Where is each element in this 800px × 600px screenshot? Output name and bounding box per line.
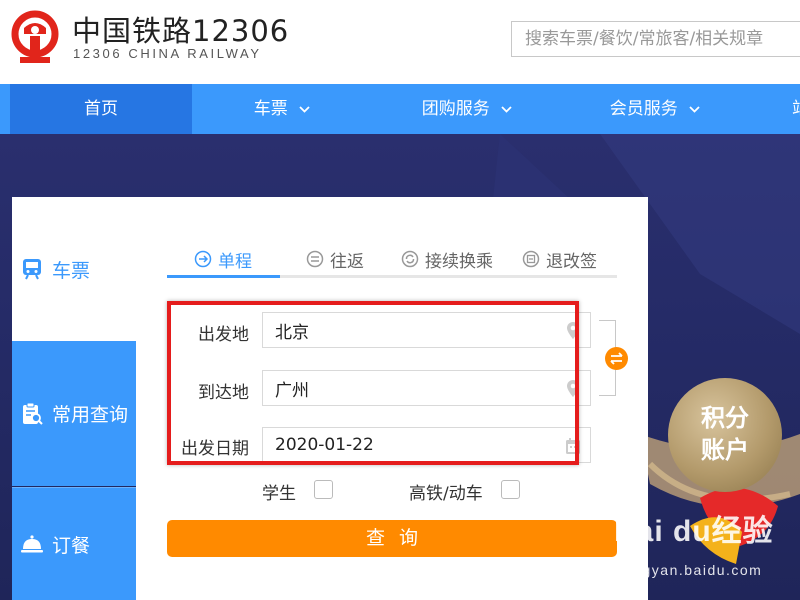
side-tab-common-query[interactable]: 常用查询 [12,341,136,486]
nav-item-group-service[interactable]: 团购服务 [372,84,562,134]
side-tab-tickets[interactable]: 车票 [12,197,136,341]
tab-label: 退改签 [546,251,597,272]
site-header: 中国铁路12306 12306 CHINA RAILWAY [0,0,800,84]
food-cloche-icon [21,535,43,553]
swap-arrows-icon [610,352,623,365]
nav-item-label: 站 [792,99,800,119]
side-tab-label: 车票 [52,259,91,282]
calendar-icon[interactable] [564,436,582,456]
student-label: 学生 [262,484,296,504]
tab-refund-change[interactable]: 退改签 [522,244,597,274]
baidu-jingyan-watermark: Bai du经验 jingyan.baidu.com [614,506,794,588]
from-label: 出发地 [198,325,249,345]
arrow-right-circle-icon [194,250,212,268]
chevron-down-icon [501,105,512,113]
nav-item-station[interactable]: 站 [782,84,800,134]
logo-title[interactable]: 中国铁路12306 [72,8,289,50]
watermark-url: jingyan.baidu.com [624,562,763,578]
date-label: 出发日期 [181,439,249,459]
date-input[interactable] [263,428,590,462]
tab-label: 单程 [218,251,252,272]
date-field[interactable] [262,427,591,463]
tab-label: 接续换乘 [425,251,493,272]
to-input[interactable] [263,371,590,405]
query-button[interactable]: 查询 [167,520,617,557]
side-tab-meals[interactable]: 订餐 [12,487,136,600]
site-search[interactable] [511,21,800,57]
nav-item-label: 会员服务 [609,99,678,119]
location-pin-icon[interactable] [564,321,582,341]
search-input[interactable] [512,22,800,56]
gaotie-label: 高铁/动车 [409,484,483,504]
nav-item-label: 团购服务 [421,99,490,119]
from-field[interactable] [262,312,591,348]
side-tab-label: 常用查询 [52,404,129,426]
nav-item-label: 首页 [84,99,118,119]
nav-item-home[interactable]: 首页 [10,84,192,134]
refund-circle-icon [522,250,540,268]
to-field[interactable] [262,370,591,406]
nav-item-member-service[interactable]: 会员服务 [562,84,748,134]
nav-item-tickets[interactable]: 车票 [192,84,372,134]
points-badge-line1: 积分 [701,404,749,432]
tab-transfer[interactable]: 接续换乘 [401,244,493,274]
transfer-circle-icon [401,250,419,268]
tab-label: 往返 [330,251,364,272]
location-pin-icon[interactable] [564,379,582,399]
swap-stations-button[interactable] [605,347,628,370]
nav-item-label: 车票 [253,99,288,119]
points-account-badge[interactable]: 积分 账户 [668,378,782,492]
chevron-down-icon [689,105,700,113]
watermark-main: Bai du经验 [614,515,774,548]
round-trip-circle-icon [306,250,324,268]
tab-underline-active [167,275,280,278]
chevron-down-icon [299,105,310,113]
side-tab-label: 订餐 [52,534,91,557]
student-checkbox[interactable] [314,480,333,499]
tab-round-trip[interactable]: 往返 [306,244,364,274]
gaotie-checkbox[interactable] [501,480,520,499]
china-railway-logo-icon[interactable] [10,10,60,64]
points-badge-line2: 账户 [701,436,749,464]
train-icon [23,259,41,280]
main-nav: 首页 车票 团购服务 会员服务 站 [0,84,800,134]
to-label: 到达地 [198,383,249,403]
from-input[interactable] [263,313,590,347]
clipboard-search-icon [23,402,43,425]
logo-subtitle: 12306 CHINA RAILWAY [73,46,262,61]
tab-one-way[interactable]: 单程 [194,244,252,274]
